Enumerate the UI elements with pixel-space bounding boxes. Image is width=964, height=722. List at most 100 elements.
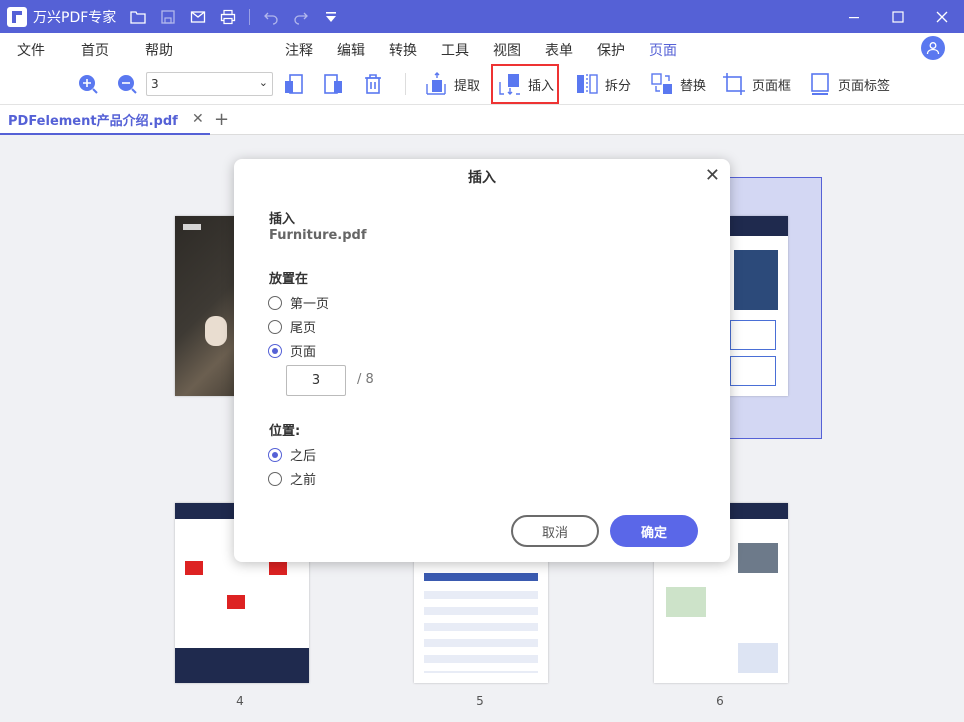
radio-label: 之后 xyxy=(290,449,317,464)
menu-edit[interactable]: 编辑 xyxy=(337,40,365,60)
page-info-box xyxy=(730,320,776,350)
place-heading: 放置在 xyxy=(269,272,309,287)
radio-label: 第一页 xyxy=(290,297,330,312)
extract-icon xyxy=(426,72,446,95)
undo-icon[interactable] xyxy=(256,0,286,33)
radio-label: 页面 xyxy=(290,345,317,360)
trash-icon xyxy=(365,74,381,94)
window-controls xyxy=(832,0,964,33)
page-number-5: 5 xyxy=(476,694,484,708)
zoom-out-icon xyxy=(118,75,137,94)
menu-tools[interactable]: 工具 xyxy=(441,40,469,60)
menu-help[interactable]: 帮助 xyxy=(145,40,173,60)
toolbar-divider xyxy=(405,73,406,95)
rotate-left-button[interactable] xyxy=(282,71,306,97)
app-logo-icon xyxy=(7,6,27,27)
chevron-down-icon: ⌄ xyxy=(258,76,268,89)
cancel-button[interactable]: 取消 xyxy=(511,515,599,547)
page-select-value: 3 xyxy=(151,77,159,91)
page-photo xyxy=(734,250,778,310)
extract-label: 提取 xyxy=(454,78,481,94)
page-total: / 8 xyxy=(357,372,374,387)
logo-block xyxy=(185,561,203,575)
screenshot-image xyxy=(738,543,778,573)
page-box-label: 页面框 xyxy=(752,78,792,94)
replace-button[interactable]: 替换 xyxy=(650,71,706,97)
menu-protect[interactable]: 保护 xyxy=(597,40,625,60)
split-button[interactable]: 拆分 xyxy=(575,71,631,97)
radio-label: 之前 xyxy=(290,473,317,488)
crop-box-icon xyxy=(723,73,745,95)
page-thumbnail-3[interactable] xyxy=(730,216,788,396)
customize-dropdown-icon[interactable] xyxy=(316,0,346,33)
insert-highlight-box xyxy=(491,64,559,104)
maximize-icon[interactable] xyxy=(876,0,920,33)
radio-button[interactable] xyxy=(268,471,282,486)
page-select[interactable]: 3 ⌄ xyxy=(146,72,273,96)
person-figure xyxy=(205,316,227,346)
place-last-page-radio[interactable]: 尾页 xyxy=(268,317,316,336)
mail-icon[interactable] xyxy=(183,0,213,33)
open-folder-icon[interactable] xyxy=(123,0,153,33)
screenshot-image xyxy=(738,643,778,673)
page-footer-band xyxy=(175,648,309,683)
page-number-input[interactable]: 3 xyxy=(286,365,346,396)
position-after-radio[interactable]: 之后 xyxy=(268,445,316,464)
dialog-title: 插入 xyxy=(468,170,496,186)
minimize-icon[interactable] xyxy=(832,0,876,33)
split-icon xyxy=(577,74,598,94)
place-first-page-radio[interactable]: 第一页 xyxy=(268,293,329,312)
radio-button[interactable] xyxy=(268,295,282,310)
position-heading: 位置: xyxy=(269,424,301,439)
redo-icon[interactable] xyxy=(286,0,316,33)
ok-button[interactable]: 确定 xyxy=(610,515,698,547)
page-number-4: 4 xyxy=(236,694,244,708)
radio-button-selected[interactable] xyxy=(268,343,282,358)
screenshot-image xyxy=(666,587,706,617)
replace-icon xyxy=(651,73,672,94)
close-tab-icon[interactable]: ✕ xyxy=(192,111,204,127)
page-number-6: 6 xyxy=(716,694,724,708)
extract-button[interactable]: 提取 xyxy=(424,71,480,97)
logo-block xyxy=(227,595,245,609)
delete-page-button[interactable] xyxy=(361,71,385,97)
place-page-radio[interactable]: 页面 xyxy=(268,341,316,360)
radio-button-selected[interactable] xyxy=(268,447,282,462)
zoom-in-button[interactable] xyxy=(76,71,100,97)
page-label-icon xyxy=(811,73,829,95)
menu-comment[interactable]: 注释 xyxy=(285,40,313,60)
rotate-right-button[interactable] xyxy=(321,71,345,97)
page-info-box-2 xyxy=(730,356,776,386)
brand-logo-icon xyxy=(183,224,201,230)
radio-button[interactable] xyxy=(268,319,282,334)
close-icon[interactable]: ✕ xyxy=(705,165,720,186)
print-icon[interactable] xyxy=(213,0,243,33)
zoom-in-icon xyxy=(79,75,98,94)
insert-file-name: Furniture.pdf xyxy=(269,228,367,243)
position-before-radio[interactable]: 之前 xyxy=(268,469,316,488)
page-header-band xyxy=(730,216,788,236)
document-tab[interactable]: PDFelement产品介绍.pdf ✕ xyxy=(0,105,210,135)
menu-page[interactable]: 页面 xyxy=(649,40,677,65)
menu-convert[interactable]: 转换 xyxy=(389,40,417,60)
save-icon[interactable] xyxy=(153,0,183,33)
page-box-button[interactable]: 页面框 xyxy=(722,71,791,97)
menu-bar: 文件 首页 帮助 注释 编辑 转换 工具 视图 表单 保护 页面 xyxy=(0,33,964,65)
close-window-icon[interactable] xyxy=(920,0,964,33)
menu-view[interactable]: 视图 xyxy=(493,40,521,60)
document-tab-name: PDFelement产品介绍.pdf xyxy=(8,113,178,129)
menu-file[interactable]: 文件 xyxy=(17,40,45,60)
replace-label: 替换 xyxy=(680,78,707,94)
page-label-button[interactable]: 页面标签 xyxy=(808,71,890,97)
radio-label: 尾页 xyxy=(290,321,317,336)
zoom-out-button[interactable] xyxy=(115,71,139,97)
menu-form[interactable]: 表单 xyxy=(545,40,573,60)
rotate-right-icon xyxy=(324,74,342,94)
insert-heading: 插入 xyxy=(269,212,296,227)
title-bar: 万兴PDF专家 xyxy=(0,0,964,33)
add-tab-icon[interactable]: + xyxy=(214,109,229,130)
menu-home[interactable]: 首页 xyxy=(81,40,109,60)
user-avatar-icon[interactable] xyxy=(921,36,945,60)
comparison-table xyxy=(424,583,538,673)
split-label: 拆分 xyxy=(605,78,632,94)
